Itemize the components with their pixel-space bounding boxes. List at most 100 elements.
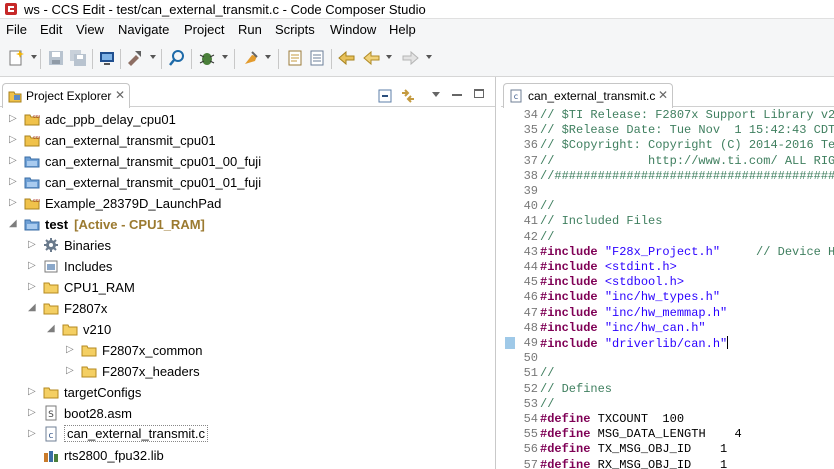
- expand-arrow-icon[interactable]: ▷: [28, 428, 38, 440]
- menu-scripts[interactable]: Scripts: [275, 22, 315, 37]
- tree-item[interactable]: rts2800_fpu32.lib: [0, 445, 494, 466]
- code-line[interactable]: #include <stdint.h>: [540, 260, 677, 274]
- code-line[interactable]: // http://www.ti.com/ ALL RIGH: [540, 154, 834, 168]
- tree-item[interactable]: ▷ F2807x_common: [0, 340, 494, 361]
- expand-arrow-icon[interactable]: ▷: [28, 260, 38, 272]
- menu-window[interactable]: Window: [330, 22, 376, 37]
- terminal-icon[interactable]: [98, 49, 116, 67]
- tree-item[interactable]: ◢ test [Active - CPU1_RAM]: [0, 214, 494, 235]
- expand-arrow-icon[interactable]: ▷: [28, 239, 38, 251]
- tree-item[interactable]: ▷ targetConfigs: [0, 382, 494, 403]
- open-type-icon[interactable]: [308, 49, 326, 67]
- menu-project[interactable]: Project: [184, 22, 224, 37]
- menu-edit[interactable]: Edit: [40, 22, 62, 37]
- save-all-icon[interactable]: [69, 49, 87, 67]
- code-line[interactable]: // $Release Date: Tue Nov 1 15:42:43 CDT: [540, 123, 834, 137]
- expand-arrow-icon[interactable]: [28, 449, 38, 461]
- tree-item[interactable]: ▷ c can_external_transmit.c: [0, 424, 494, 445]
- expand-arrow-icon[interactable]: ▷: [9, 155, 19, 167]
- code-editor[interactable]: 34// $TI Release: F2807x Support Library…: [501, 107, 834, 469]
- menu-navigate[interactable]: Navigate: [118, 22, 169, 37]
- collapse-arrow-icon[interactable]: ◢: [9, 218, 19, 230]
- line-number: 44: [523, 260, 538, 274]
- code-line[interactable]: //: [540, 199, 554, 213]
- code-line[interactable]: // Defines: [540, 382, 612, 396]
- forward-dropdown-icon[interactable]: [426, 55, 432, 59]
- expand-arrow-icon[interactable]: ▷: [66, 365, 76, 377]
- tree-item[interactable]: ▷ Binaries: [0, 235, 494, 256]
- new-dropdown-icon[interactable]: [31, 55, 37, 59]
- expand-arrow-icon[interactable]: ▷: [9, 113, 19, 125]
- link-editor-icon[interactable]: [400, 89, 416, 103]
- expand-arrow-icon[interactable]: ▷: [9, 176, 19, 188]
- build-icon[interactable]: [125, 49, 145, 67]
- menu-run[interactable]: Run: [238, 22, 262, 37]
- tree-item[interactable]: ▷ can_external_transmit_cpu01_01_fuji: [0, 172, 494, 193]
- minimize-icon[interactable]: [452, 94, 462, 96]
- code-line[interactable]: //######################################…: [540, 169, 834, 183]
- expand-arrow-icon[interactable]: ▷: [66, 344, 76, 356]
- forward-icon[interactable]: [400, 49, 420, 67]
- maximize-icon[interactable]: [474, 89, 484, 98]
- tree-item[interactable]: ◢ v210: [0, 319, 494, 340]
- debug-icon[interactable]: [197, 49, 217, 67]
- view-menu-icon[interactable]: [432, 92, 440, 97]
- expand-arrow-icon[interactable]: ▷: [9, 134, 19, 146]
- expand-arrow-icon[interactable]: ▷: [9, 197, 19, 209]
- line-number: 52: [523, 381, 538, 396]
- line-number: 40: [523, 199, 538, 214]
- code-line[interactable]: #define RX_MSG_OBJ_ID 1: [540, 458, 727, 469]
- collapse-arrow-icon[interactable]: ◢: [28, 302, 38, 314]
- close-icon[interactable]: ✕: [115, 88, 125, 102]
- code-line[interactable]: #include "F28x_Project.h" // Device He: [540, 245, 834, 259]
- search-icon[interactable]: [168, 49, 186, 67]
- tree-item-label: v210: [83, 322, 112, 337]
- code-line[interactable]: #include "driverlib/can.h": [540, 336, 729, 351]
- flash-dropdown-icon[interactable]: [265, 55, 271, 59]
- tab-can-external-transmit[interactable]: c can_external_transmit.c ✕: [503, 83, 673, 108]
- code-line[interactable]: //: [540, 397, 554, 411]
- last-edit-icon[interactable]: [337, 49, 357, 67]
- menu-view[interactable]: View: [76, 22, 104, 37]
- tree-item[interactable]: ◢ F2807x: [0, 298, 494, 319]
- code-line[interactable]: #include "inc/hw_can.h": [540, 321, 706, 335]
- open-file-icon[interactable]: [286, 49, 304, 67]
- tree-item[interactable]: ▷ F2807x_headers: [0, 361, 494, 382]
- tab-project-explorer[interactable]: Project Explorer ✕: [2, 83, 130, 108]
- tree-item[interactable]: ▷ Sboot28.asm: [0, 403, 494, 424]
- expand-arrow-icon[interactable]: ▷: [28, 407, 38, 419]
- build-dropdown-icon[interactable]: [150, 55, 156, 59]
- code-line[interactable]: //: [540, 230, 554, 244]
- new-icon[interactable]: [7, 49, 25, 67]
- code-line[interactable]: #include "inc/hw_memmap.h": [540, 306, 727, 320]
- back-dropdown-icon[interactable]: [386, 55, 392, 59]
- code-line[interactable]: // $TI Release: F2807x Support Library v…: [540, 108, 834, 122]
- expand-arrow-icon[interactable]: ▷: [28, 386, 38, 398]
- code-line[interactable]: #include <stdbool.h>: [540, 275, 684, 289]
- collapse-all-icon[interactable]: [378, 89, 392, 103]
- line-number: 46: [523, 290, 538, 305]
- binaries-icon: [43, 237, 59, 253]
- flash-icon[interactable]: [241, 49, 261, 67]
- collapse-arrow-icon[interactable]: ◢: [47, 323, 57, 335]
- code-line[interactable]: //: [540, 366, 554, 380]
- tree-item[interactable]: ▷ ccs Example_28379D_LaunchPad: [0, 193, 494, 214]
- close-icon[interactable]: ✕: [658, 88, 668, 102]
- code-line[interactable]: #define MSG_DATA_LENGTH 4: [540, 427, 742, 441]
- debug-dropdown-icon[interactable]: [222, 55, 228, 59]
- code-line[interactable]: #define TX_MSG_OBJ_ID 1: [540, 442, 727, 456]
- code-line[interactable]: #define TXCOUNT 100: [540, 412, 684, 426]
- back-icon[interactable]: [362, 49, 382, 67]
- code-line[interactable]: // Included Files: [540, 214, 662, 228]
- menu-help[interactable]: Help: [389, 22, 416, 37]
- tree-item[interactable]: ▷ ccs can_external_transmit_cpu01: [0, 130, 494, 151]
- save-icon[interactable]: [47, 49, 65, 67]
- tree-item[interactable]: ▷ CPU1_RAM: [0, 277, 494, 298]
- tree-item[interactable]: ▷ Includes: [0, 256, 494, 277]
- code-line[interactable]: // $Copyright: Copyright (C) 2014-2016 T…: [540, 138, 834, 152]
- tree-item[interactable]: ▷ can_external_transmit_cpu01_00_fuji: [0, 151, 494, 172]
- expand-arrow-icon[interactable]: ▷: [28, 281, 38, 293]
- tree-item[interactable]: ▷ ccs adc_ppb_delay_cpu01: [0, 109, 494, 130]
- menu-file[interactable]: File: [6, 22, 27, 37]
- code-line[interactable]: #include "inc/hw_types.h": [540, 290, 720, 304]
